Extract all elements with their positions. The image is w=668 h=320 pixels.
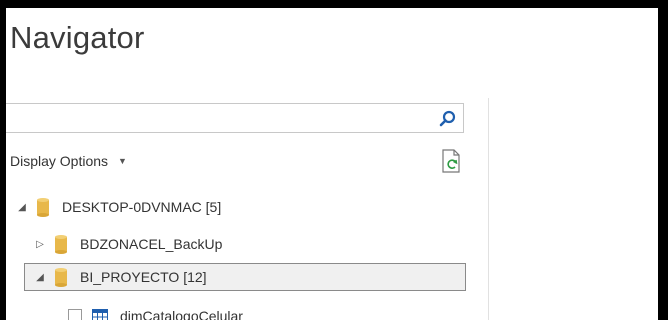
database-icon	[55, 268, 67, 287]
search-box[interactable]	[6, 103, 464, 133]
tree-item-database-selected[interactable]: ◢ BI_PROYECTO [12]	[24, 263, 466, 291]
display-options-label: Display Options	[10, 153, 109, 169]
chevron-down-icon: ▼	[118, 156, 127, 166]
tree-item-server[interactable]: ◢ DESKTOP-0DVNMAC [5]	[16, 193, 221, 221]
table-checkbox[interactable]	[68, 309, 82, 320]
tree-item-database[interactable]: ▷ BDZONACEL_BackUp	[34, 230, 222, 258]
tree-item-label: BDZONACEL_BackUp	[80, 236, 223, 252]
expand-arrow-icon[interactable]: ◢	[34, 272, 46, 283]
display-options-dropdown[interactable]: Display Options ▼	[10, 153, 127, 169]
expand-arrow-icon[interactable]: ◢	[16, 202, 28, 213]
search-input[interactable]	[6, 104, 425, 132]
collapse-arrow-icon[interactable]: ▷	[34, 239, 46, 250]
database-icon	[55, 235, 67, 254]
window-title: Navigator	[10, 20, 145, 55]
tree-item-table[interactable]: dimCatalogoCelular	[68, 304, 243, 320]
refresh-icon[interactable]	[440, 148, 462, 174]
tree-item-label: BI_PROYECTO [12]	[80, 269, 207, 285]
pane-divider	[488, 98, 489, 320]
table-icon	[92, 309, 108, 320]
tree-item-label: dimCatalogoCelular	[120, 308, 243, 320]
search-icon[interactable]	[438, 109, 458, 129]
database-icon	[37, 198, 49, 217]
navigator-window: Navigator Display Options ▼ ◢ DESKTOP-0D…	[6, 8, 658, 320]
tree-item-label: DESKTOP-0DVNMAC [5]	[62, 199, 222, 215]
